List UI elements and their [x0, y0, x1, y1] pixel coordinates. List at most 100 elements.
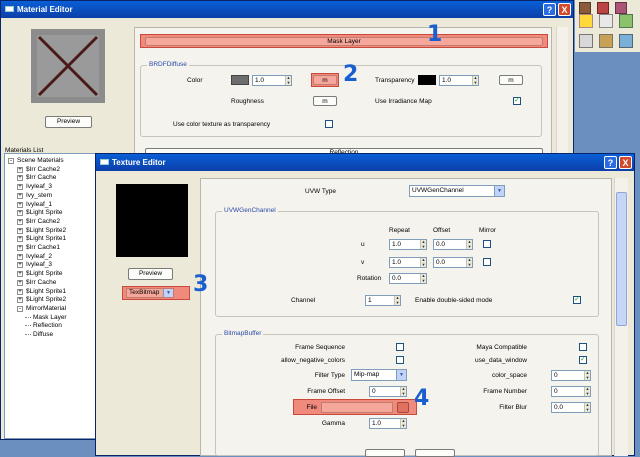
- texture-editor-titlebar[interactable]: Texture Editor: [96, 154, 634, 171]
- tree-item[interactable]: $Light Sprite1: [26, 288, 66, 295]
- channel-input[interactable]: 1 ▲ ▼: [365, 295, 401, 306]
- tree-item[interactable]: $Light Sprite1: [26, 235, 66, 242]
- v-offset-input[interactable]: 0.0 ▲ ▼: [433, 257, 473, 268]
- file-browse-button[interactable]: [397, 402, 409, 413]
- allow-negative-checkbox[interactable]: [396, 356, 404, 364]
- help-button[interactable]: ?: [543, 3, 556, 16]
- tree-item[interactable]: $Irr Cache: [26, 174, 56, 181]
- color-swatch[interactable]: [231, 75, 249, 85]
- tree-item[interactable]: $Irr Cache1: [26, 244, 60, 251]
- v-repeat-input[interactable]: 1.0 ▲ ▼: [389, 257, 427, 268]
- u-offset-input[interactable]: 0.0 ▲ ▼: [433, 239, 473, 250]
- tree-item[interactable]: $Light Sprite2: [26, 296, 66, 303]
- tree-item[interactable]: Ivyleaf_1: [26, 201, 52, 208]
- scrollbar-thumb[interactable]: [616, 192, 627, 326]
- tree-item[interactable]: Ivyleaf_2: [26, 253, 52, 260]
- file-path-input[interactable]: [321, 402, 393, 413]
- tree-expander-icon[interactable]: +: [17, 288, 23, 295]
- tree-item[interactable]: $Light Sprite: [26, 209, 63, 216]
- close-button[interactable]: X: [558, 3, 571, 16]
- tree-item[interactable]: $Light Sprite: [26, 270, 63, 277]
- tree-expander-icon[interactable]: +: [17, 279, 23, 286]
- color-multiplier[interactable]: 1.0 ▲ ▼: [252, 75, 292, 86]
- tree-expander-icon[interactable]: -: [8, 158, 14, 164]
- tree-expander-icon[interactable]: +: [17, 210, 23, 217]
- transparency-multiplier[interactable]: 1.0 ▲ ▼: [439, 75, 479, 86]
- tree-item[interactable]: Mask Layer: [33, 314, 67, 321]
- texture-preview-button[interactable]: Preview: [128, 268, 173, 280]
- tree-expander-icon[interactable]: +: [17, 166, 23, 173]
- tree-expander-icon[interactable]: +: [17, 201, 23, 208]
- cube-icon[interactable]: [597, 2, 609, 14]
- allow-negative-label: allow_negative_colors: [281, 357, 345, 364]
- cube-icon[interactable]: [579, 14, 593, 28]
- rotation-input[interactable]: 0.0 ▲ ▼: [389, 273, 427, 284]
- frame-sequence-checkbox[interactable]: [396, 343, 404, 351]
- uvw-type-select[interactable]: UVWGenChannel ▼: [409, 185, 505, 197]
- transparency-swatch[interactable]: [418, 75, 436, 85]
- texture-help-button[interactable]: ?: [604, 156, 617, 169]
- filter-blur-input[interactable]: 0.0 ▲ ▼: [551, 402, 591, 413]
- mask-layer-button[interactable]: Mask Layer: [145, 37, 543, 46]
- color-multiplier-value: 1.0: [255, 77, 265, 84]
- rotation-label: Rotation: [357, 275, 382, 282]
- material-editor-titlebar[interactable]: Material Editor: [1, 1, 573, 18]
- tree-item[interactable]: Ivyleaf_3: [26, 183, 52, 190]
- tree-expander-icon[interactable]: +: [17, 184, 23, 191]
- tree-expander-icon[interactable]: +: [17, 297, 23, 304]
- cube-icon[interactable]: [615, 2, 627, 14]
- cube-icon[interactable]: [599, 14, 613, 28]
- texture-type-select[interactable]: TexBitmap ▼: [126, 288, 174, 298]
- tree-expander-icon[interactable]: -: [17, 305, 23, 312]
- cube-icon[interactable]: [579, 2, 591, 14]
- tree-item[interactable]: Reflection: [33, 322, 62, 329]
- maya-compatible-checkbox[interactable]: [579, 343, 587, 351]
- tree-item[interactable]: $Light Sprite2: [26, 227, 66, 234]
- tree-item[interactable]: Ivy_stem: [26, 192, 52, 199]
- tree-expander-icon[interactable]: +: [17, 218, 23, 225]
- use-data-window-checkbox[interactable]: ✓: [579, 356, 587, 364]
- color-space-input[interactable]: 0 ▲ ▼: [551, 370, 591, 381]
- cube-icon[interactable]: [619, 14, 633, 28]
- use-irradiance-checkbox[interactable]: ✓: [513, 97, 521, 105]
- cube-icon[interactable]: [579, 34, 593, 48]
- gamma-label: Gamma: [321, 420, 345, 427]
- tree-item[interactable]: Ivyleaf_3: [26, 261, 52, 268]
- tree-item[interactable]: Diffuse: [33, 331, 53, 338]
- frame-offset-input[interactable]: 0 ▲ ▼: [369, 386, 407, 397]
- tree-expander-icon[interactable]: +: [17, 253, 23, 260]
- frame-number-label: Frame Number: [483, 388, 527, 395]
- u-mirror-checkbox[interactable]: [483, 240, 491, 248]
- bitmap-group: BitmapBuffer: [215, 330, 599, 456]
- color-map-button[interactable]: m: [313, 75, 337, 85]
- texture-close-button[interactable]: X: [619, 156, 632, 169]
- cube-toolbar: [575, 0, 640, 52]
- tree-expander-icon[interactable]: +: [17, 227, 23, 234]
- tree-item[interactable]: MirrorMaterial: [26, 305, 66, 312]
- tree-expander-icon[interactable]: +: [17, 262, 23, 269]
- cube-icon[interactable]: [619, 34, 633, 48]
- tree-item[interactable]: $Irr Cache: [26, 279, 56, 286]
- material-preview-button[interactable]: Preview: [45, 116, 92, 128]
- tree-item[interactable]: $Irr Cache2: [26, 218, 60, 225]
- tree-expander-icon[interactable]: +: [17, 245, 23, 251]
- filter-type-select[interactable]: Mip-map ▼: [351, 369, 407, 381]
- use-data-window-label: use_data_window: [474, 357, 527, 364]
- tree-expander-icon[interactable]: +: [17, 271, 23, 278]
- tree-expander-icon[interactable]: +: [17, 175, 23, 182]
- cube-icon[interactable]: [599, 34, 613, 48]
- gamma-input[interactable]: 1.0 ▲ ▼: [369, 418, 407, 429]
- tree-item[interactable]: $Irr Cache2: [26, 166, 60, 173]
- v-label: v: [361, 259, 365, 266]
- use-color-texture-checkbox[interactable]: [325, 120, 333, 128]
- transparency-map-button[interactable]: m: [499, 75, 523, 85]
- tree-expander-icon[interactable]: +: [17, 192, 23, 199]
- tree-item[interactable]: Scene Materials: [17, 157, 64, 164]
- u-repeat-input[interactable]: 1.0 ▲ ▼: [389, 239, 427, 250]
- tree-expander-icon[interactable]: +: [17, 236, 23, 243]
- double-sided-checkbox[interactable]: ✓: [573, 296, 581, 304]
- roughness-map-button[interactable]: m: [313, 96, 337, 106]
- v-mirror-checkbox[interactable]: [483, 258, 491, 266]
- texture-scrollbar[interactable]: [614, 178, 628, 456]
- frame-number-input[interactable]: 0 ▲ ▼: [551, 386, 591, 397]
